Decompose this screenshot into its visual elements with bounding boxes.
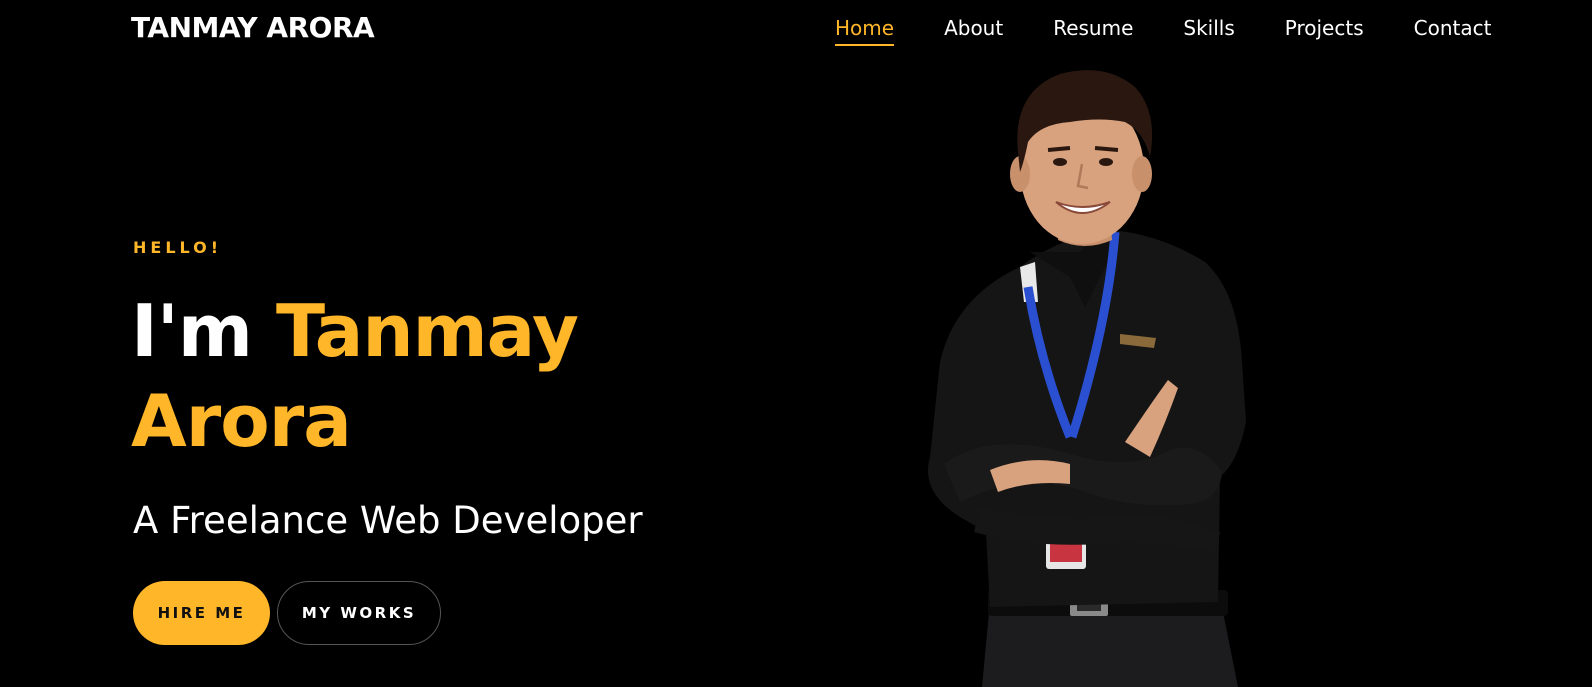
hero-intro: I'm	[131, 289, 253, 373]
hire-me-button[interactable]: HIRE ME	[133, 581, 270, 645]
hero-subtitle: A Freelance Web Developer	[133, 499, 643, 542]
nav-item-skills[interactable]: Skills	[1183, 14, 1234, 42]
nav-item-home[interactable]: Home	[835, 14, 895, 46]
nav-item-contact[interactable]: Contact	[1414, 14, 1492, 42]
main-nav: Home About Resume Skills Projects Contac…	[835, 14, 1491, 46]
nav-item-resume[interactable]: Resume	[1053, 14, 1133, 42]
hero-page: TANMAY ARORA Home About Resume Skills Pr…	[0, 0, 1592, 687]
hero-headline: I'm Tanmay Arora	[131, 286, 691, 466]
nav-item-projects[interactable]: Projects	[1285, 14, 1364, 42]
nav-item-about[interactable]: About	[944, 14, 1003, 42]
brand-logo[interactable]: TANMAY ARORA	[131, 12, 375, 44]
hero-greeting: HELLO!	[133, 238, 223, 257]
portrait-photo	[928, 70, 1246, 687]
my-works-button[interactable]: MY WORKS	[277, 581, 441, 645]
